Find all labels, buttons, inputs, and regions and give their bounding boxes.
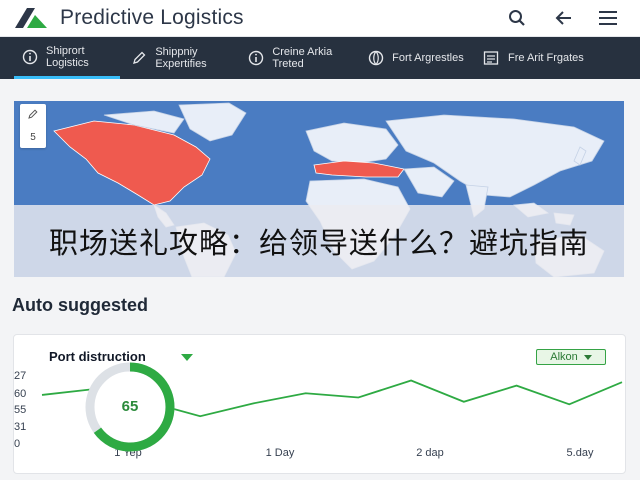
port-line-chart [41, 362, 623, 452]
gauge-value: 65 [121, 398, 139, 415]
